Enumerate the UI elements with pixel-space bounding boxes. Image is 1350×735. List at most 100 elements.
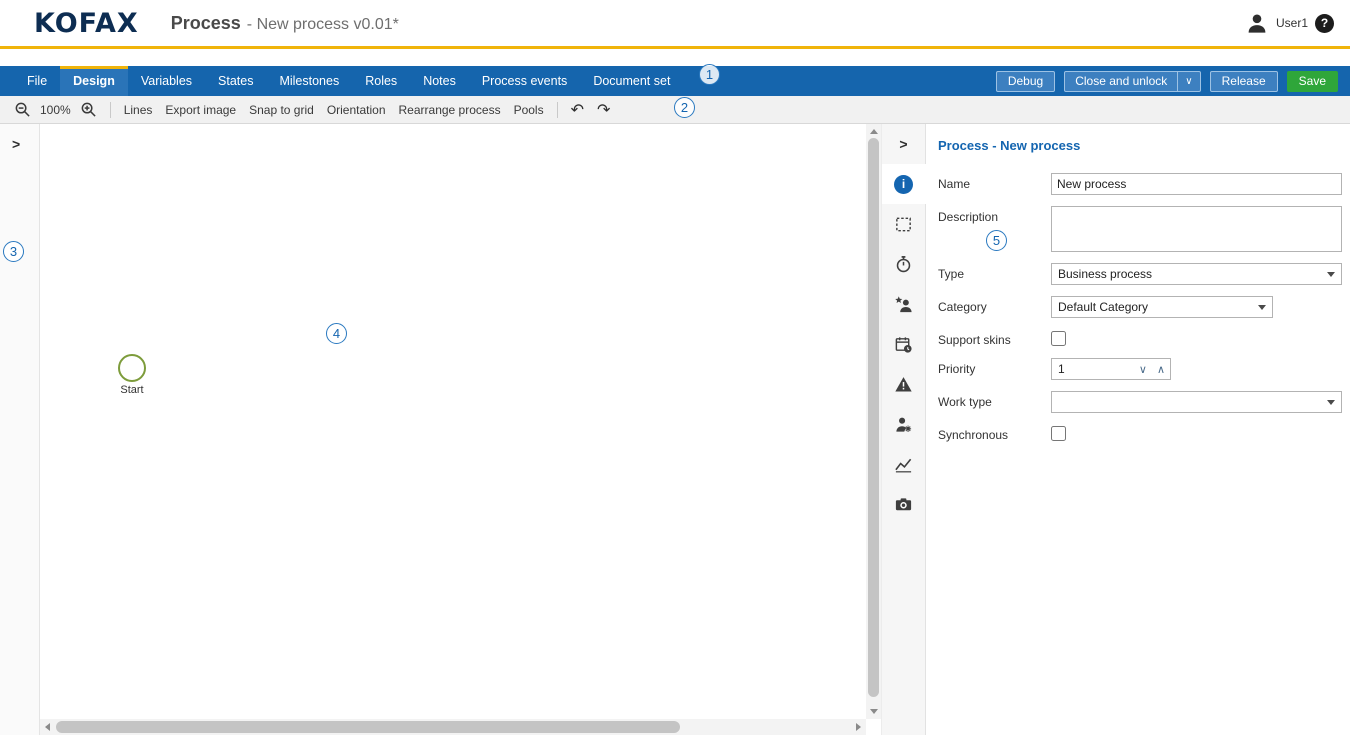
scroll-down-icon[interactable] — [870, 709, 878, 714]
description-label: Description — [938, 206, 1051, 224]
gold-divider — [0, 46, 1350, 49]
synchronous-row: Synchronous — [938, 424, 1342, 442]
name-label: Name — [938, 173, 1051, 191]
undo-icon[interactable]: ↶ — [571, 102, 584, 118]
tab-roles[interactable]: Roles — [352, 66, 410, 96]
app-header: KOFAX Process - New process v0.01* User1… — [0, 0, 1350, 46]
save-button[interactable]: Save — [1287, 71, 1338, 92]
capture-settings-tab-icon[interactable] — [882, 484, 926, 524]
work-type-row: Work type — [938, 391, 1342, 413]
product-name: Process — [171, 13, 241, 34]
priority-increase-icon[interactable]: ∧ — [1152, 363, 1170, 376]
name-input[interactable] — [1051, 173, 1342, 195]
toolbar-item-rearrange-process[interactable]: Rearrange process — [399, 103, 501, 117]
release-button[interactable]: Release — [1210, 71, 1278, 92]
support-skins-label: Support skins — [938, 329, 1051, 347]
toolbar-item-snap-to-grid[interactable]: Snap to grid — [249, 103, 314, 117]
dropdown-arrow-icon — [1327, 400, 1335, 405]
process-canvas[interactable]: Start — [40, 124, 866, 719]
debug-button[interactable]: Debug — [996, 71, 1055, 92]
form-selection-tab-icon[interactable] — [882, 204, 926, 244]
resources-tab-icon[interactable] — [882, 404, 926, 444]
panel-icon-strip: > i — [882, 124, 926, 735]
tab-document-set[interactable]: Document set — [580, 66, 683, 96]
menu-bar: File Design Variables States Milestones … — [0, 66, 1350, 96]
left-panel-collapsed: > — [0, 124, 40, 735]
scroll-right-icon[interactable] — [856, 723, 861, 731]
tab-design[interactable]: Design — [60, 66, 128, 96]
panel-content: Process - New process Name Description T… — [926, 124, 1350, 735]
panel-title: Process - New process — [938, 138, 1342, 153]
work-type-label: Work type — [938, 391, 1051, 409]
collapse-panel-icon[interactable]: > — [899, 136, 907, 152]
start-node-label: Start — [104, 384, 160, 396]
zoom-in-icon[interactable] — [80, 101, 97, 118]
priority-decrease-icon[interactable]: ∨ — [1134, 363, 1152, 376]
close-and-unlock-label[interactable]: Close and unlock — [1065, 72, 1177, 91]
zoom-level: 100% — [40, 103, 71, 117]
type-select-value: Business process — [1058, 267, 1152, 281]
name-row: Name — [938, 173, 1342, 195]
roles-tab-icon[interactable] — [882, 284, 926, 324]
expand-left-panel-icon[interactable]: > — [12, 136, 20, 152]
redo-icon[interactable]: ↷ — [597, 102, 610, 118]
priority-stepper[interactable]: 1 ∨ ∧ — [1051, 358, 1171, 380]
horizontal-scroll-thumb[interactable] — [56, 721, 680, 733]
toolbar-separator — [110, 102, 111, 118]
scroll-up-icon[interactable] — [870, 129, 878, 134]
toolbar-item-lines[interactable]: Lines — [124, 103, 153, 117]
type-label: Type — [938, 263, 1051, 281]
document-title: - New process v0.01* — [247, 16, 399, 34]
menu-actions: Debug Close and unlock ∨ Release Save — [996, 66, 1350, 96]
kofax-logo: KOFAX — [34, 8, 139, 39]
tab-states[interactable]: States — [205, 66, 266, 96]
description-input[interactable] — [1051, 206, 1342, 252]
scroll-left-icon[interactable] — [45, 723, 50, 731]
priority-label: Priority — [938, 358, 1051, 376]
schedule-tab-icon[interactable] — [882, 324, 926, 364]
toolbar-item-orientation[interactable]: Orientation — [327, 103, 386, 117]
tab-file[interactable]: File — [14, 66, 60, 96]
close-and-unlock-chevron-icon[interactable]: ∨ — [1177, 72, 1199, 91]
toolbar-separator — [557, 102, 558, 118]
timer-tab-icon[interactable] — [882, 244, 926, 284]
category-label: Category — [938, 296, 1051, 314]
vertical-scroll-thumb[interactable] — [868, 138, 879, 697]
design-toolbar: 100% Lines Export image Snap to grid Ori… — [0, 96, 1350, 124]
synchronous-label: Synchronous — [938, 424, 1051, 442]
dropdown-arrow-icon — [1258, 305, 1266, 310]
toolbar-item-pools[interactable]: Pools — [514, 103, 544, 117]
help-icon[interactable]: ? — [1315, 14, 1334, 33]
start-node[interactable]: Start — [104, 354, 160, 396]
start-node-circle[interactable] — [118, 354, 146, 382]
zoom-out-icon[interactable] — [14, 101, 31, 118]
user-name: User1 — [1276, 16, 1308, 30]
toolbar-item-export-image[interactable]: Export image — [165, 103, 236, 117]
dropdown-arrow-icon — [1327, 272, 1335, 277]
category-row: Category Default Category — [938, 296, 1342, 318]
close-and-unlock-button[interactable]: Close and unlock ∨ — [1064, 71, 1200, 92]
support-skins-checkbox[interactable] — [1051, 331, 1066, 346]
tab-process-events[interactable]: Process events — [469, 66, 580, 96]
category-select-value: Default Category — [1058, 300, 1148, 314]
canvas-horizontal-scrollbar[interactable] — [40, 719, 866, 735]
category-select[interactable]: Default Category — [1051, 296, 1273, 318]
synchronous-checkbox[interactable] — [1051, 426, 1066, 441]
analytics-tab-icon[interactable] — [882, 444, 926, 484]
type-row: Type Business process — [938, 263, 1342, 285]
properties-panel: > i Process - New process — [881, 124, 1350, 735]
tab-notes[interactable]: Notes — [410, 66, 469, 96]
window-title: Process - New process v0.01* — [171, 13, 399, 34]
info-icon: i — [894, 175, 913, 194]
exception-tab-icon[interactable] — [882, 364, 926, 404]
work-type-select[interactable] — [1051, 391, 1342, 413]
priority-row: Priority 1 ∨ ∧ — [938, 358, 1342, 380]
type-select[interactable]: Business process — [1051, 263, 1342, 285]
canvas-vertical-scrollbar[interactable] — [866, 124, 881, 719]
tab-milestones[interactable]: Milestones — [266, 66, 352, 96]
description-row: Description — [938, 206, 1342, 252]
tab-variables[interactable]: Variables — [128, 66, 205, 96]
info-tab-icon[interactable]: i — [882, 164, 926, 204]
user-avatar-icon — [1245, 11, 1269, 35]
menu-tabs: File Design Variables States Milestones … — [0, 66, 683, 96]
